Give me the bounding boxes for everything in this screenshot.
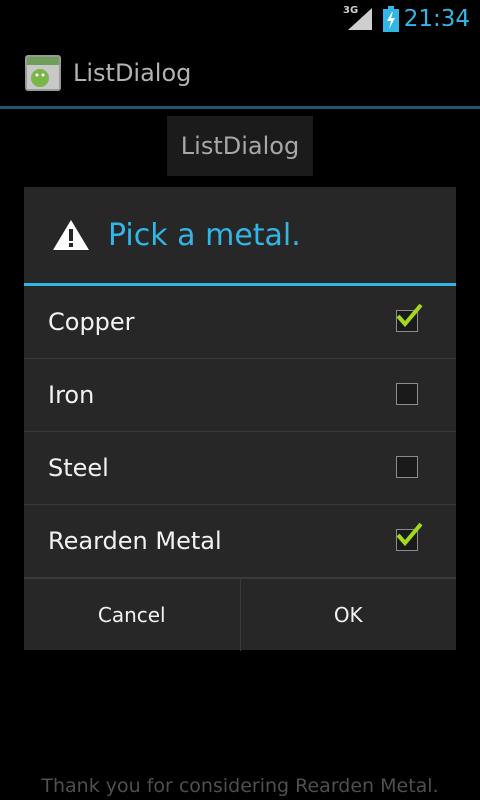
option-label: Copper bbox=[48, 308, 135, 336]
checkbox[interactable] bbox=[396, 522, 423, 551]
warning-icon bbox=[53, 220, 89, 250]
checkmark-icon bbox=[396, 522, 423, 547]
option-steel[interactable]: Steel bbox=[24, 432, 456, 505]
screen: 3G 21:34 ListDialog ListDialog Pick a me… bbox=[0, 0, 480, 800]
metal-option-list: Copper Iron Steel Rearden Metal bbox=[24, 286, 456, 578]
ok-button[interactable]: OK bbox=[239, 579, 457, 651]
battery-charging-icon bbox=[383, 6, 399, 32]
status-clock: 21:34 bbox=[403, 6, 470, 32]
action-bar: ListDialog bbox=[0, 38, 480, 106]
checkbox[interactable] bbox=[396, 456, 418, 478]
action-bar-divider bbox=[0, 106, 480, 109]
option-label: Iron bbox=[48, 381, 95, 409]
dialog-header: Pick a metal. bbox=[24, 187, 456, 284]
dialog-title: Pick a metal. bbox=[108, 218, 301, 253]
status-bar: 3G 21:34 bbox=[0, 0, 480, 38]
footer-message: Thank you for considering Rearden Metal. bbox=[41, 775, 439, 797]
action-bar-title: ListDialog bbox=[73, 59, 192, 87]
option-label: Rearden Metal bbox=[48, 527, 222, 555]
dialog-button-bar: Cancel OK bbox=[24, 578, 456, 651]
checkbox[interactable] bbox=[396, 383, 418, 405]
list-dialog-button[interactable]: ListDialog bbox=[167, 116, 313, 176]
option-iron[interactable]: Iron bbox=[24, 359, 456, 432]
option-copper[interactable]: Copper bbox=[24, 286, 456, 359]
android-app-icon[interactable] bbox=[24, 54, 62, 92]
option-rearden-metal[interactable]: Rearden Metal bbox=[24, 505, 456, 578]
option-label: Steel bbox=[48, 454, 109, 482]
signal-icon bbox=[348, 8, 372, 30]
checkmark-icon bbox=[396, 303, 423, 328]
checkbox[interactable] bbox=[396, 303, 423, 332]
pick-metal-dialog: Pick a metal. Copper Iron Steel Rearden … bbox=[24, 187, 456, 651]
cancel-button[interactable]: Cancel bbox=[24, 579, 240, 651]
